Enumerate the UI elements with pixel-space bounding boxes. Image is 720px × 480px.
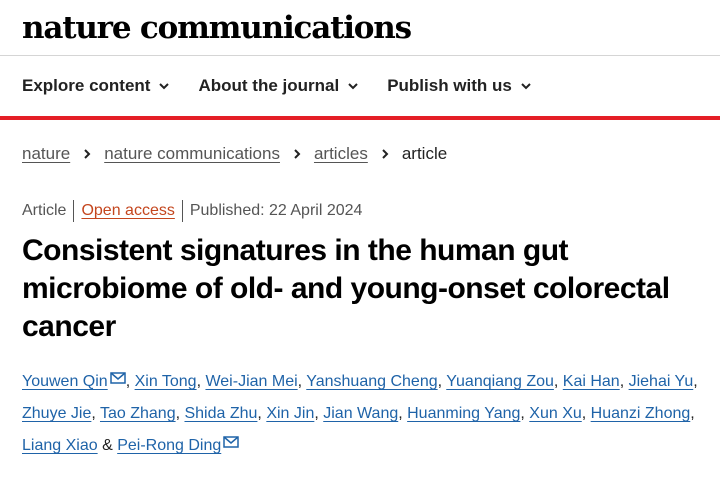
author-link[interactable]: Yanshuang Cheng bbox=[306, 373, 437, 390]
email-icon[interactable] bbox=[223, 436, 239, 448]
chevron-down-icon bbox=[348, 83, 358, 90]
breadcrumb-nature-communications[interactable]: nature communications bbox=[104, 144, 280, 164]
open-access-link[interactable]: Open access bbox=[81, 202, 174, 220]
author-link[interactable]: Pei-Rong Ding bbox=[117, 437, 221, 454]
site-header: nature communications bbox=[0, 0, 720, 56]
article-title: Consistent signatures in the human gut m… bbox=[22, 234, 670, 343]
author-link[interactable]: Xin Jin bbox=[266, 405, 314, 422]
chevron-right-icon bbox=[84, 149, 91, 159]
breadcrumb: nature nature communications articles ar… bbox=[0, 144, 720, 164]
nav-publish-with-us[interactable]: Publish with us bbox=[387, 76, 532, 96]
accent-rule bbox=[0, 116, 720, 120]
author-link[interactable]: Yuanqiang Zou bbox=[446, 373, 554, 390]
chevron-right-icon bbox=[382, 149, 389, 159]
published-date: Published: 22 April 2024 bbox=[189, 202, 363, 219]
author-link[interactable]: Huanzi Zhong bbox=[591, 405, 691, 422]
nav-about-the-journal[interactable]: About the journal bbox=[198, 76, 359, 96]
article-meta: Article Open access Published: 22 April … bbox=[0, 200, 720, 222]
chevron-down-icon bbox=[521, 83, 531, 90]
author-link[interactable]: Zhuye Jie bbox=[22, 405, 91, 422]
author-link[interactable]: Jian Wang bbox=[323, 405, 398, 422]
author-link[interactable]: Liang Xiao bbox=[22, 437, 98, 454]
author-link[interactable]: Huanming Yang bbox=[407, 405, 520, 422]
author-link[interactable]: Kai Han bbox=[563, 373, 620, 390]
author-link[interactable]: Tao Zhang bbox=[100, 405, 176, 422]
email-icon[interactable] bbox=[109, 372, 126, 384]
nav-explore-content[interactable]: Explore content bbox=[22, 76, 170, 96]
chevron-right-icon bbox=[294, 149, 301, 159]
meta-divider bbox=[73, 200, 75, 222]
meta-divider bbox=[181, 200, 183, 222]
nav-label: About the journal bbox=[198, 76, 340, 95]
author-list: Youwen Qin, Xin Tong, Wei-Jian Mei, Yans… bbox=[22, 372, 698, 454]
chevron-down-icon bbox=[159, 83, 170, 90]
author-link[interactable]: Shida Zhu bbox=[184, 405, 257, 422]
author-link[interactable]: Xun Xu bbox=[529, 405, 581, 422]
author-link[interactable]: Jiehai Yu bbox=[629, 373, 694, 390]
author-link[interactable]: Youwen Qin bbox=[22, 373, 108, 390]
nav-label: Publish with us bbox=[387, 76, 512, 95]
breadcrumb-current: article bbox=[401, 144, 448, 163]
journal-logo[interactable]: nature communications bbox=[22, 10, 412, 46]
article-type: Article bbox=[22, 202, 67, 219]
author-link[interactable]: Xin Tong bbox=[135, 373, 197, 390]
nav-label: Explore content bbox=[22, 76, 151, 95]
main-nav: Explore content About the journal Publis… bbox=[0, 56, 720, 116]
breadcrumb-articles[interactable]: articles bbox=[314, 144, 368, 164]
breadcrumb-nature[interactable]: nature bbox=[22, 144, 70, 164]
author-link[interactable]: Wei-Jian Mei bbox=[205, 373, 297, 390]
